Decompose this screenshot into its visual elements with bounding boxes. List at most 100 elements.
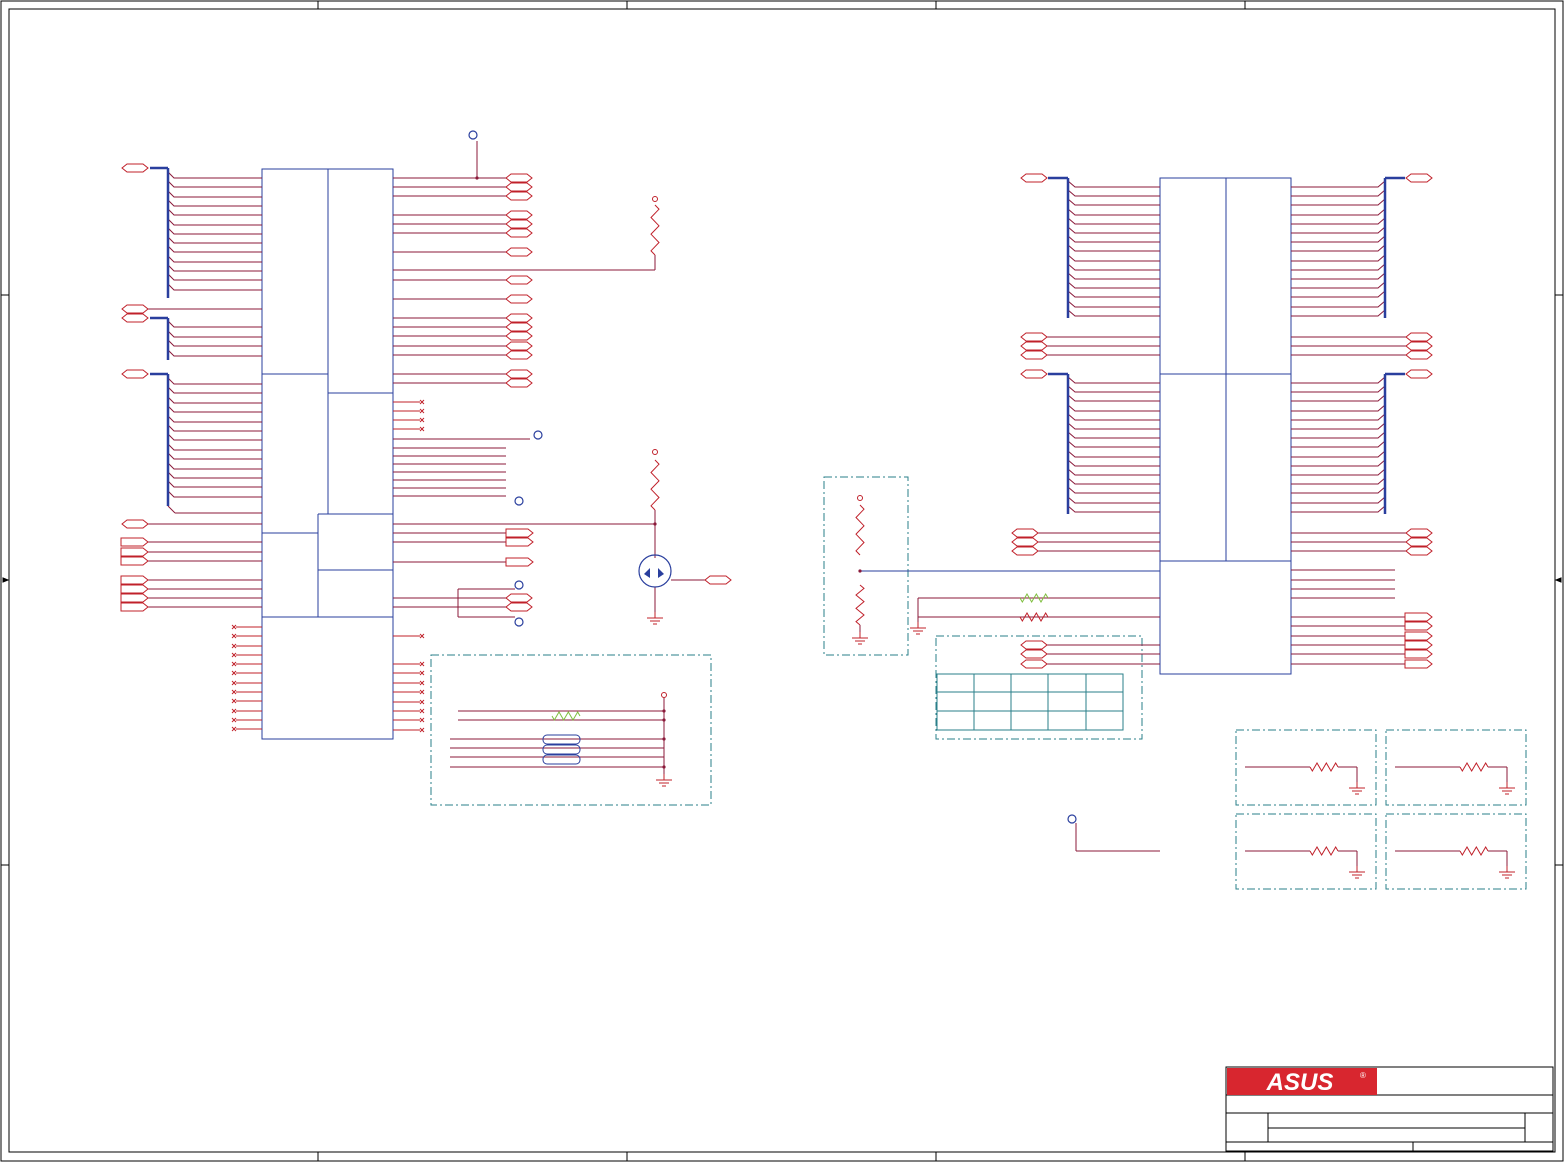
off-page-connector-icon — [505, 593, 533, 603]
resistor-zigzag — [855, 504, 865, 556]
mosfet-icon — [638, 554, 672, 588]
no-connect-x-icon — [419, 727, 425, 733]
bus-entry-wire — [1067, 300, 1160, 308]
power-port-icon — [652, 449, 658, 455]
bus-entry-wire — [1291, 477, 1386, 485]
no-connect-x-icon — [231, 717, 237, 723]
bus-entry-wire — [1067, 394, 1160, 402]
off-page-connector-icon — [1011, 528, 1039, 538]
bus-entry-wire — [1291, 486, 1386, 494]
resistor-zigzag — [1459, 846, 1489, 856]
bus-entry-wire — [167, 339, 262, 347]
bus-entry-wire — [1291, 376, 1386, 384]
bus-entry-wire — [1067, 226, 1160, 234]
bus-entry-wire — [167, 264, 262, 272]
bus-entry-wire — [167, 433, 262, 441]
bus-entry-wire — [1067, 422, 1160, 430]
bus-entry-wire — [1067, 244, 1160, 252]
off-page-connector-icon — [1011, 546, 1039, 556]
bus-entry-wire — [1291, 496, 1386, 504]
off-page-connector-icon — [505, 228, 533, 238]
no-connect-x-icon — [419, 408, 425, 414]
off-page-connector-icon — [1020, 332, 1048, 342]
bus-entry-wire — [167, 405, 262, 413]
schematic-sheet: ASUS ® — [0, 0, 1564, 1162]
bus-entry-wire — [167, 462, 262, 470]
off-page-connector-icon — [505, 537, 534, 547]
off-page-connector-icon — [505, 173, 533, 183]
no-connect-x-icon — [231, 624, 237, 630]
bus-entry-wire — [1067, 263, 1160, 271]
junction-dot — [662, 709, 666, 713]
bus-entry-wire — [1067, 496, 1160, 504]
ground-symbol-icon — [852, 632, 868, 645]
ferrite-bead-icon — [542, 754, 581, 765]
test-point-icon — [1067, 814, 1077, 824]
bus-entry-wire — [1067, 486, 1160, 494]
junction-dot — [858, 569, 862, 573]
bus-entry-wire — [1291, 217, 1386, 225]
no-connect-x-icon — [231, 708, 237, 714]
bus-entry-wire — [1291, 189, 1386, 197]
no-connect-x-icon — [419, 717, 425, 723]
power-port-icon — [661, 692, 667, 698]
bus-entry-wire — [167, 218, 262, 226]
bus-entry-wire — [1067, 376, 1160, 384]
off-page-connector-icon — [505, 191, 533, 201]
bus-entry-wire — [1291, 254, 1386, 262]
resistor-icon — [1459, 762, 1489, 772]
bus-entry-wire — [1291, 198, 1386, 206]
off-page-connector-icon — [1405, 537, 1433, 547]
power-port-icon — [857, 495, 863, 501]
no-connect-x-icon — [419, 689, 425, 695]
off-page-connector-icon — [505, 219, 533, 229]
off-page-connector-icon — [505, 331, 533, 341]
bus-entry-wire — [1291, 431, 1386, 439]
bus-entry-wire — [167, 208, 262, 216]
bus-entry-wire — [1067, 254, 1160, 262]
off-page-connector-icon — [1020, 649, 1048, 659]
bus-entry-wire — [1291, 263, 1386, 271]
ic-block-left — [261, 168, 394, 740]
off-page-connector-icon — [1405, 369, 1433, 379]
bus-entry-wire — [1067, 208, 1160, 216]
bus-entry-wire — [167, 245, 262, 253]
bus-entry-wire — [1291, 450, 1386, 458]
bus-entry-wire — [1067, 189, 1160, 197]
off-page-connector-icon — [704, 575, 732, 585]
no-connect-x-icon — [419, 699, 425, 705]
test-point-icon — [533, 430, 543, 440]
off-page-connector-icon — [1011, 537, 1039, 547]
ground-symbol-icon — [1349, 866, 1365, 879]
sheet-frame — [0, 0, 1564, 1162]
off-page-connector-icon — [505, 528, 534, 538]
no-connect-x-icon — [231, 670, 237, 676]
off-page-connector-icon — [505, 378, 533, 388]
ground-symbol-icon — [1499, 782, 1515, 795]
no-connect-x-icon — [419, 633, 425, 639]
bus-entry-wire — [167, 227, 262, 235]
no-connect-x-icon — [419, 399, 425, 405]
junction-dot — [662, 765, 666, 769]
test-point-icon — [468, 130, 478, 140]
bus-entry-wire — [167, 283, 262, 291]
off-page-connector-icon — [505, 313, 533, 323]
off-page-connector-icon — [505, 350, 533, 360]
off-page-connector-icon — [120, 547, 149, 557]
off-page-connector-icon — [1405, 332, 1433, 342]
bus-entry-wire — [1067, 180, 1160, 188]
bus-entry-wire — [167, 171, 262, 179]
bus-entry-wire — [1291, 422, 1386, 430]
off-page-connector-icon — [120, 602, 149, 612]
off-page-connector-icon — [120, 584, 149, 594]
no-connect-x-icon — [231, 689, 237, 695]
ferrite-bead-icon — [542, 744, 581, 755]
test-point-icon — [514, 617, 524, 627]
ic-block-right — [1159, 177, 1292, 675]
no-connect-x-icon — [231, 726, 237, 732]
bus-entry-wire — [1291, 413, 1386, 421]
test-point-icon — [514, 580, 524, 590]
off-page-connector-icon — [1404, 659, 1433, 669]
components — [468, 130, 1515, 879]
off-page-connector-icon — [505, 557, 534, 567]
